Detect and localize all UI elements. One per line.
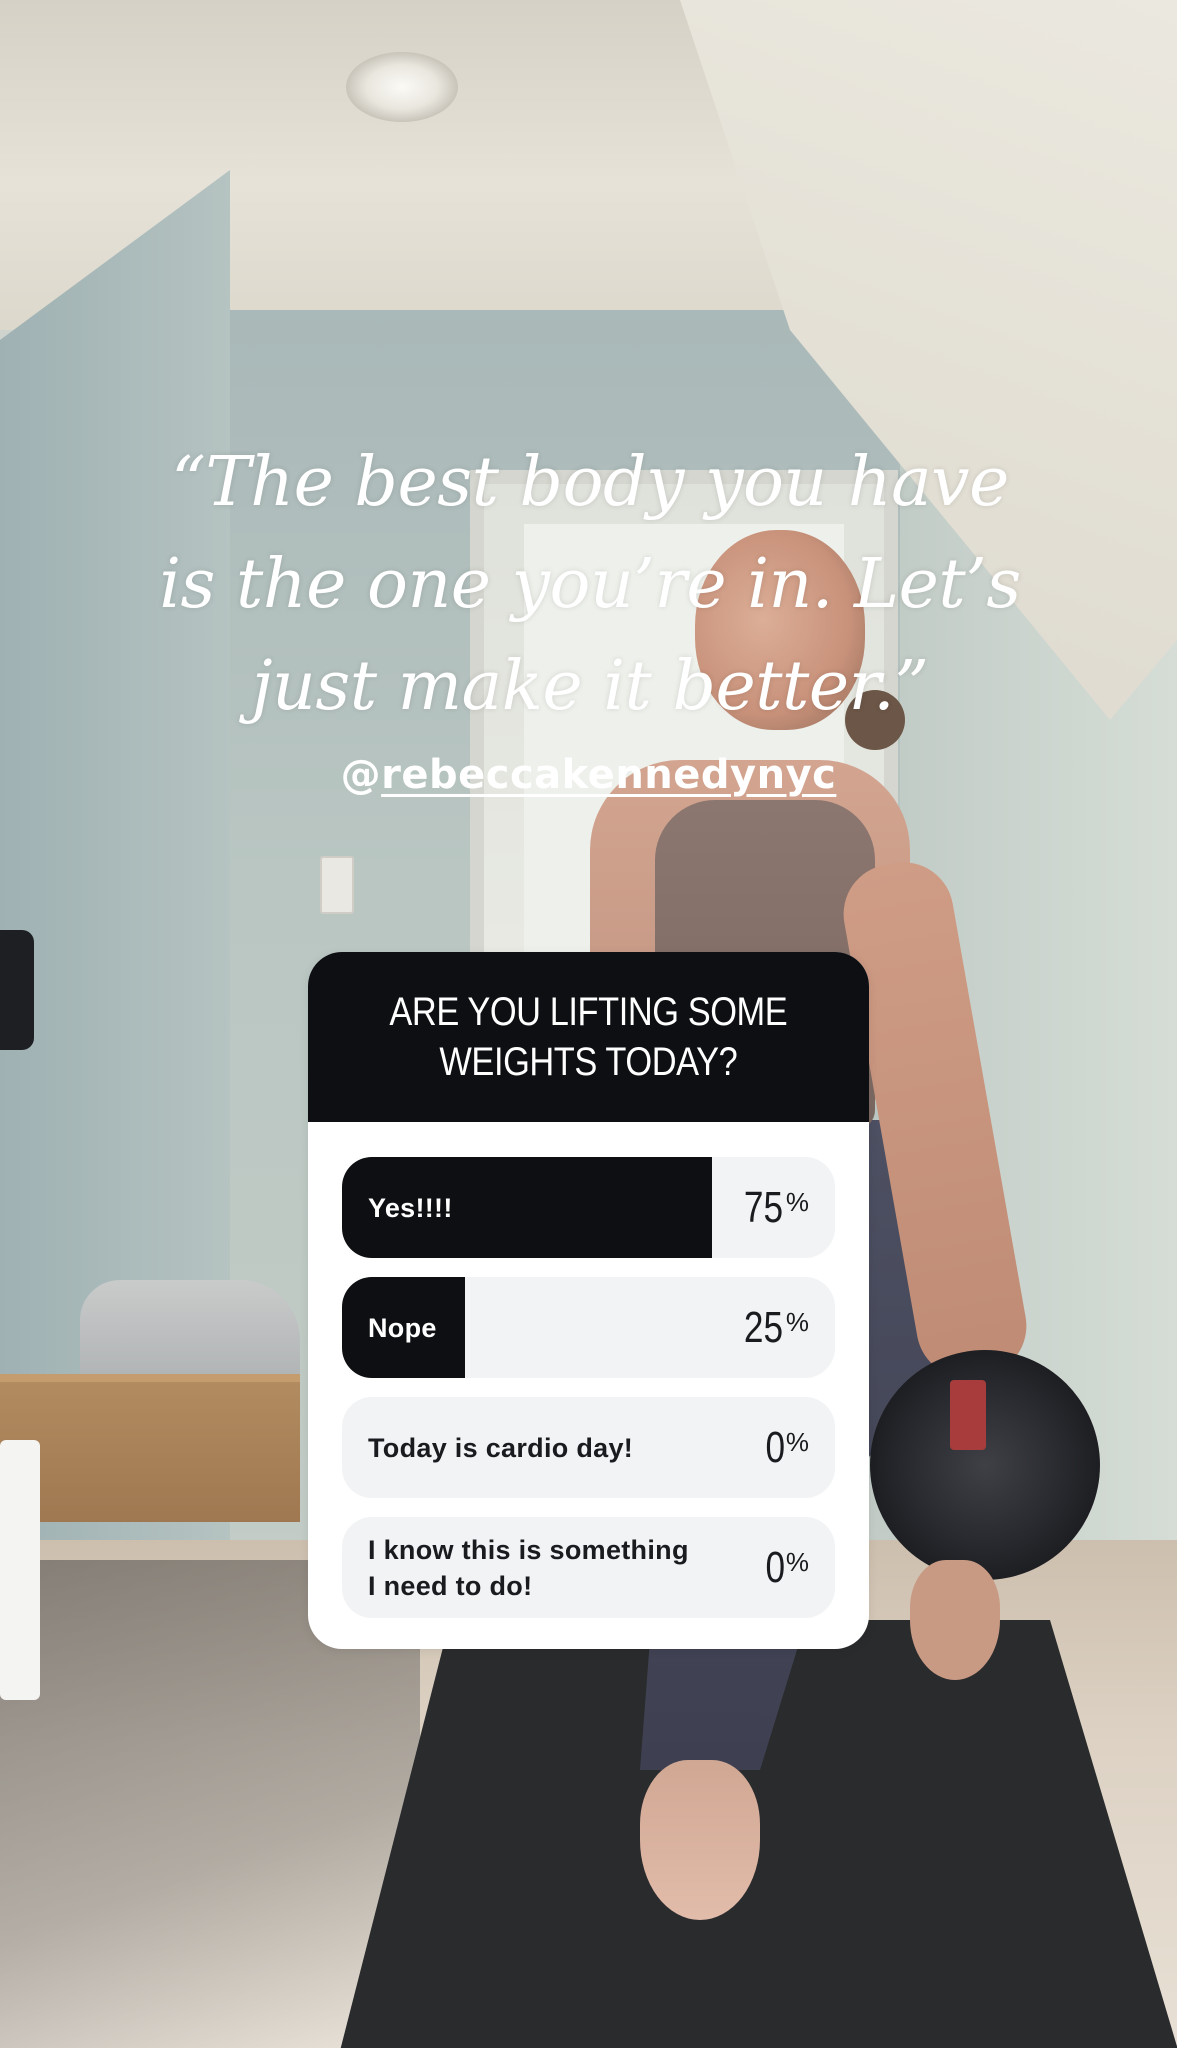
water-bottle (0, 1440, 40, 1700)
poll-header: ARE YOU LIFTING SOME WEIGHTS TODAY? (308, 952, 869, 1122)
poll-options: Yes!!!! 75% Nope 25% Today is cardio day… (308, 1122, 869, 1618)
dark-object (0, 930, 34, 1050)
poll-option-label: I know this is something I need to do! (368, 1534, 689, 1601)
percent-value: 25 (743, 1302, 783, 1352)
person-foot-back (910, 1560, 1000, 1680)
percent-sign: % (785, 1427, 809, 1457)
person-foot (640, 1760, 760, 1920)
poll-option-label: Yes!!!! (368, 1192, 453, 1223)
poll-option-percent: 75% (739, 1157, 809, 1258)
poll-sticker: ARE YOU LIFTING SOME WEIGHTS TODAY? Yes!… (308, 952, 869, 1649)
poll-option[interactable]: I know this is something I need to do! 0… (342, 1517, 835, 1618)
poll-question: ARE YOU LIFTING SOME WEIGHTS TODAY? (389, 990, 788, 1084)
poll-option[interactable]: Today is cardio day! 0% (342, 1397, 835, 1498)
poll-option-percent: 0% (763, 1517, 809, 1618)
mention-sticker[interactable]: @rebeccakennedynyc (0, 752, 1177, 798)
wooden-crate (0, 1374, 300, 1522)
poll-option-percent: 0% (763, 1397, 809, 1498)
poll-option[interactable]: Yes!!!! 75% (342, 1157, 835, 1258)
percent-sign: % (785, 1187, 809, 1217)
percent-value: 75 (743, 1182, 783, 1232)
percent-value: 0 (765, 1542, 786, 1592)
percent-sign: % (785, 1547, 809, 1577)
ceiling-light (346, 52, 458, 122)
poll-option-label: Today is cardio day! (368, 1432, 634, 1463)
poll-option-label: Nope (368, 1312, 437, 1343)
percent-sign: % (785, 1307, 809, 1337)
quote-text: “The best body you have is the one you’r… (159, 443, 1021, 726)
mention-at: @ (340, 752, 382, 798)
mention-handle[interactable]: rebeccakennedynyc (381, 752, 836, 798)
percent-value: 0 (765, 1422, 786, 1472)
light-switch (320, 856, 354, 914)
dumbbell-handle (950, 1380, 986, 1450)
poll-option[interactable]: Nope 25% (342, 1277, 835, 1378)
poll-option-percent: 25% (739, 1277, 809, 1378)
